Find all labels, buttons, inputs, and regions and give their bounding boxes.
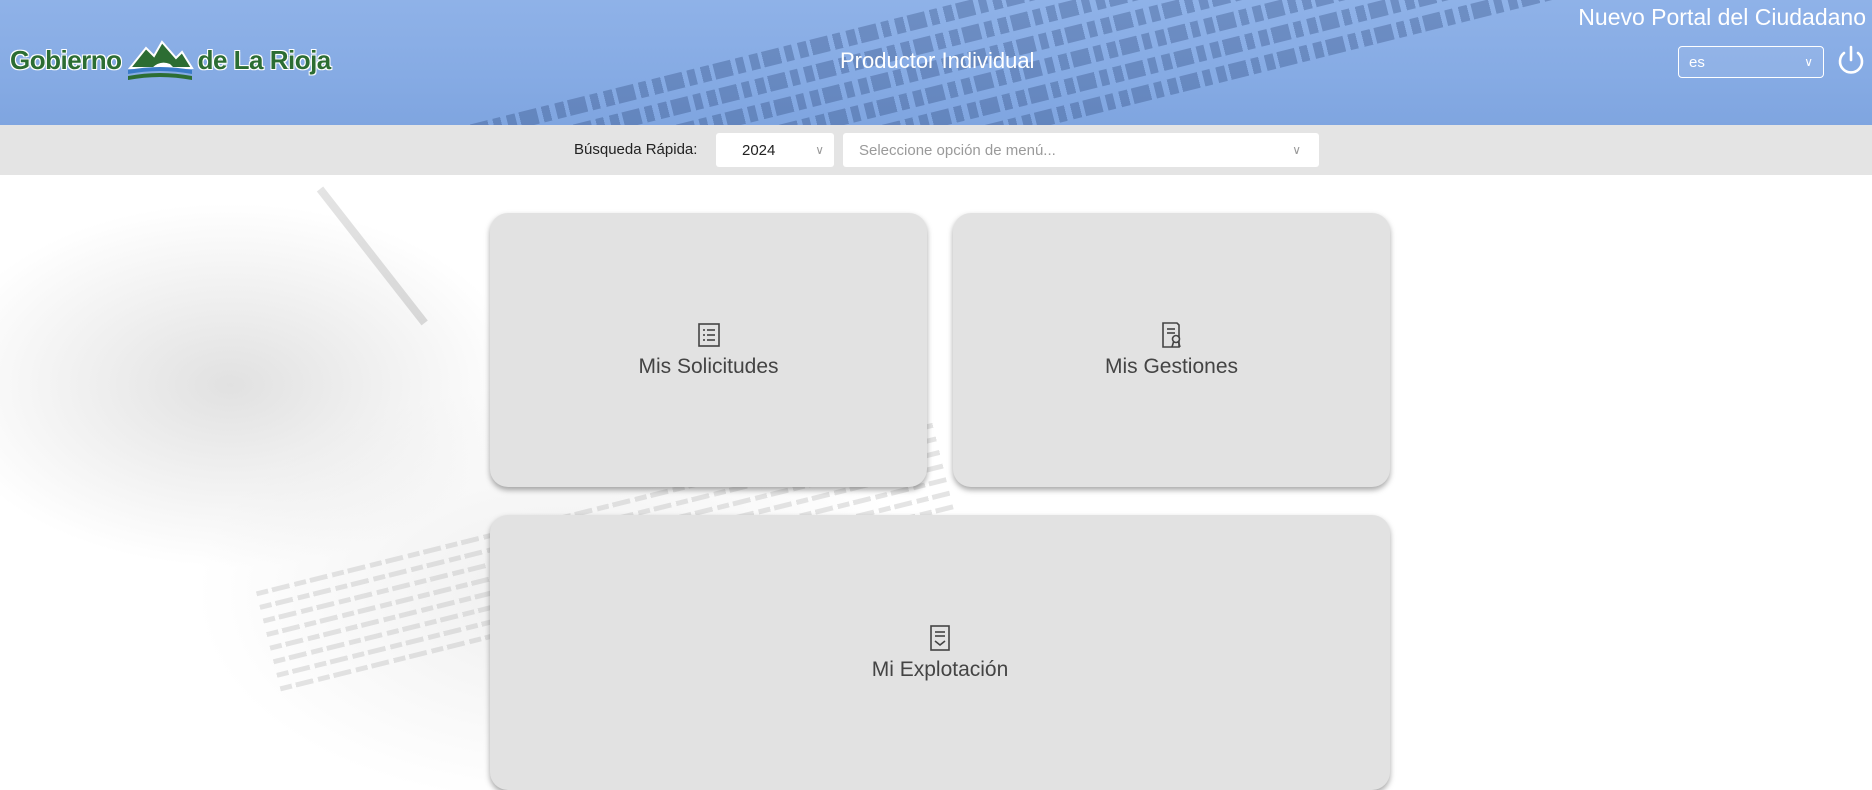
year-select[interactable]: 2024 ∨ [716, 133, 834, 167]
mis-gestiones-card[interactable]: Mis Gestiones [953, 213, 1390, 487]
logout-button[interactable] [1834, 44, 1868, 78]
language-value: es [1689, 53, 1705, 71]
chevron-down-icon: ∨ [1804, 55, 1813, 69]
mis-gestiones-label: Mis Gestiones [1104, 355, 1239, 378]
menu-option-select[interactable]: Seleccione opción de menú... ∨ [843, 133, 1319, 167]
logo-word-gobierno: Gobierno [10, 44, 122, 75]
logo-word-la-rioja: de La Rioja [197, 44, 332, 75]
document-certificate-icon [1161, 322, 1181, 348]
la-rioja-mountain-emblem-icon [127, 40, 194, 80]
chevron-down-icon: ∨ [1292, 143, 1301, 157]
page-title: Productor Individual [840, 48, 1035, 73]
quick-search-bar: Búsqueda Rápida: 2024 ∨ Seleccione opció… [0, 125, 1872, 175]
mi-explotacion-label: Mi Explotación [871, 657, 1009, 681]
power-icon [1838, 45, 1864, 74]
mi-explotacion-card[interactable]: Mi Explotación [490, 515, 1390, 790]
year-value: 2024 [742, 141, 776, 159]
logo[interactable]: Gobierno de La Rioja [10, 34, 331, 86]
document-download-icon [930, 624, 950, 651]
list-icon [697, 323, 720, 347]
language-select[interactable]: es ∨ [1678, 46, 1824, 78]
portal-title: Nuevo Portal del Ciudadano [1578, 4, 1866, 30]
mis-solicitudes-label: Mis Solicitudes [638, 355, 779, 378]
menu-option-placeholder: Seleccione opción de menú... [859, 141, 1056, 159]
top-header: Gobierno de La Rioja Productor Individua… [0, 0, 1872, 125]
chevron-down-icon: ∨ [815, 143, 824, 157]
quick-search-label: Búsqueda Rápida: [574, 141, 698, 158]
mis-solicitudes-card[interactable]: Mis Solicitudes [490, 213, 927, 487]
